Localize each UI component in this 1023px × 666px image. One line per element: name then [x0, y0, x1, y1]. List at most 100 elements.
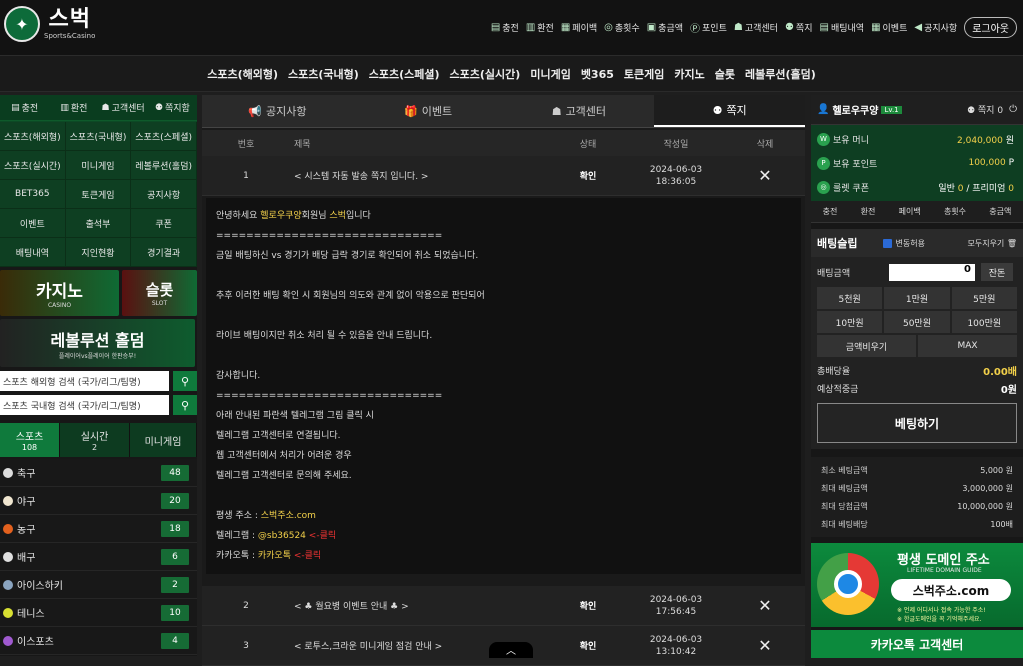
- amount-button[interactable]: 1만원: [884, 287, 950, 309]
- quick-total-amount[interactable]: 충금액: [989, 206, 1011, 217]
- topmenu-label: 배팅내역: [830, 24, 865, 34]
- kakao-link[interactable]: 카카오톡: [258, 551, 291, 561]
- change-allow-checkbox[interactable]: [883, 238, 893, 248]
- power-icon[interactable]: ⏻: [1009, 104, 1017, 115]
- delete-icon[interactable]: ✕: [725, 166, 805, 185]
- left-quick-charge[interactable]: ▤ 충전: [0, 95, 49, 120]
- row-title[interactable]: < ♣ 월요병 이벤트 안내 ♣ >: [290, 599, 549, 612]
- topmenu-charge[interactable]: ▤ 충전: [491, 21, 519, 34]
- topmenu-payback[interactable]: ▦ 페이백: [561, 21, 597, 34]
- amount-button[interactable]: 50만원: [884, 311, 950, 333]
- quick-exchange[interactable]: 환전: [861, 206, 876, 217]
- grid-item[interactable]: 미니게임: [65, 151, 132, 180]
- quick-payback[interactable]: 페이백: [899, 206, 921, 217]
- domain-banner[interactable]: 평생 도메인 주소 LIFETIME DOMAIN GUIDE 스벅주소.com…: [811, 543, 1023, 627]
- topmenu-label: 충전: [502, 24, 519, 34]
- nav-slot[interactable]: 슬롯: [715, 66, 735, 82]
- search-icon[interactable]: ⚲: [173, 371, 197, 391]
- msg-addr-link[interactable]: 스벅주소.com: [261, 511, 316, 521]
- topmenu-exchange[interactable]: ▥ 환전: [526, 21, 554, 34]
- table-row[interactable]: 1 < 시스템 자동 발송 쪽지 입니다. > 확인 2024-06-03 18:…: [202, 156, 805, 196]
- sport-item-volleyball[interactable]: 배구 6: [0, 543, 197, 571]
- table-row[interactable]: 2 < ♣ 월요병 이벤트 안내 ♣ > 확인 2024-06-03 17:56:…: [202, 586, 805, 626]
- sport-item-soccer[interactable]: 축구 48: [0, 459, 197, 487]
- nav-sports-domestic[interactable]: 스포츠(국내형): [288, 66, 359, 82]
- row-title[interactable]: < 시스템 자동 발송 쪽지 입니다. >: [290, 169, 549, 182]
- left-quick-support[interactable]: ☗ 고객센터: [99, 95, 148, 120]
- grid-item[interactable]: 배팅내역: [0, 238, 66, 267]
- grid-item[interactable]: 공지사항: [131, 180, 197, 209]
- tab-support[interactable]: ☗ 고객센터: [504, 95, 655, 127]
- tab-sports[interactable]: 스포츠 108: [0, 423, 60, 457]
- grid-item[interactable]: 지인현황: [65, 238, 132, 267]
- sport-name: 이스포츠: [17, 637, 54, 648]
- topmenu-event[interactable]: ▦ 이벤트: [871, 21, 907, 34]
- quick-total-count[interactable]: 총횟수: [944, 206, 966, 217]
- search-domestic-input[interactable]: 스포츠 국내형 검색 (국가/리그/팀명): [0, 395, 169, 415]
- topmenu-support[interactable]: ☗ 고객센터: [734, 21, 778, 34]
- search-overseas-input[interactable]: 스포츠 해외형 검색 (국가/리그/팀명): [0, 371, 169, 391]
- amount-button[interactable]: 100만원: [951, 311, 1017, 333]
- logout-button[interactable]: 로그아웃: [964, 17, 1017, 38]
- delete-icon[interactable]: ✕: [725, 636, 805, 655]
- message-count[interactable]: ⚉ 쪽지 0: [967, 103, 1003, 116]
- sport-item-tennis[interactable]: 테니스 10: [0, 599, 197, 627]
- grid-item[interactable]: 토큰게임: [65, 180, 132, 209]
- topmenu-point[interactable]: Ⓟ 포인트: [690, 20, 727, 35]
- left-quick-exchange[interactable]: ▥ 환전: [49, 95, 98, 120]
- topmenu-total-count[interactable]: ◎ 총횟수: [604, 21, 640, 34]
- nav-sports-live[interactable]: 스포츠(실시간): [450, 66, 521, 82]
- grid-item[interactable]: 스포츠(국내형): [65, 122, 132, 151]
- delete-icon[interactable]: ✕: [725, 596, 805, 615]
- nav-casino[interactable]: 카지노: [674, 66, 704, 82]
- topmenu-message[interactable]: ⚉ 쪽지: [785, 21, 813, 34]
- grid-item[interactable]: 스포츠(해외형): [0, 122, 66, 151]
- kakao-support-banner[interactable]: 카카오톡 고객센터: [811, 630, 1023, 658]
- amount-button[interactable]: 5천원: [817, 287, 883, 309]
- max-button[interactable]: MAX: [918, 335, 1017, 357]
- grid-item[interactable]: 이벤트: [0, 209, 66, 238]
- grid-item[interactable]: 스포츠(실시간): [0, 151, 66, 180]
- tab-messages[interactable]: ⚉ 쪽지: [654, 95, 805, 127]
- topmenu-total-amount[interactable]: ▣ 충금액: [647, 21, 683, 34]
- left-quick-messages[interactable]: ⚉ 쪽지함: [148, 95, 197, 120]
- sport-item-icehockey[interactable]: 아이스하키 2: [0, 571, 197, 599]
- grid-item[interactable]: 쿠폰: [131, 209, 197, 238]
- grid-item[interactable]: 스포츠(스페셜): [131, 122, 197, 151]
- grid-item[interactable]: 출석부: [65, 209, 132, 238]
- tab-event[interactable]: 🎁 이벤트: [353, 95, 504, 127]
- nav-holdem[interactable]: 레볼루션(홀덤): [745, 66, 816, 82]
- quick-charge[interactable]: 충전: [823, 206, 838, 217]
- nav-bet365[interactable]: 벳365: [581, 66, 614, 82]
- sport-item-baseball[interactable]: 야구 20: [0, 487, 197, 515]
- tab-minigame[interactable]: 미니게임: [130, 423, 197, 457]
- nav-token-game[interactable]: 토큰게임: [624, 66, 664, 82]
- nav-minigame[interactable]: 미니게임: [530, 66, 570, 82]
- clear-all-button[interactable]: 모두지우기 🗑: [967, 238, 1017, 249]
- holdem-banner[interactable]: 레볼루션 홀덤 플레이어vs플레이어 한판승부!: [0, 319, 195, 367]
- tab-live[interactable]: 실시간 2: [60, 423, 130, 457]
- search-icon[interactable]: ⚲: [173, 395, 197, 415]
- topmenu-label: 환전: [537, 24, 554, 34]
- site-logo[interactable]: ✦ 스벅 Sports&Casino: [4, 6, 95, 42]
- amount-button[interactable]: 10만원: [817, 311, 883, 333]
- balance-button[interactable]: 잔돈: [981, 263, 1013, 281]
- reset-amount-button[interactable]: 금액비우기: [817, 335, 916, 357]
- grid-item[interactable]: BET365: [0, 180, 66, 209]
- nav-sports-special[interactable]: 스포츠(스페셜): [369, 66, 440, 82]
- nav-sports-overseas[interactable]: 스포츠(해외형): [207, 66, 278, 82]
- slot-banner[interactable]: 슬롯 SLOT: [122, 270, 197, 316]
- username: 헬로우쿠양: [832, 106, 879, 117]
- amount-button[interactable]: 5만원: [951, 287, 1017, 309]
- bet-amount-input[interactable]: 0: [889, 263, 975, 281]
- sport-item-esports[interactable]: 이스포츠 4: [0, 627, 197, 655]
- sport-item-basketball[interactable]: 농구 18: [0, 515, 197, 543]
- telegram-link[interactable]: @sb36524: [258, 531, 306, 541]
- place-bet-button[interactable]: 베팅하기: [817, 403, 1017, 443]
- topmenu-bet-history[interactable]: ▤ 배팅내역: [819, 21, 864, 34]
- tab-notice[interactable]: 📢 공지사항: [202, 95, 353, 127]
- casino-banner[interactable]: 카지노 CASINO: [0, 270, 119, 316]
- grid-item[interactable]: 레볼루션(홀덤): [131, 151, 197, 180]
- grid-item[interactable]: 경기결과: [131, 238, 197, 267]
- topmenu-notice[interactable]: ◀ 공지사항: [914, 21, 957, 34]
